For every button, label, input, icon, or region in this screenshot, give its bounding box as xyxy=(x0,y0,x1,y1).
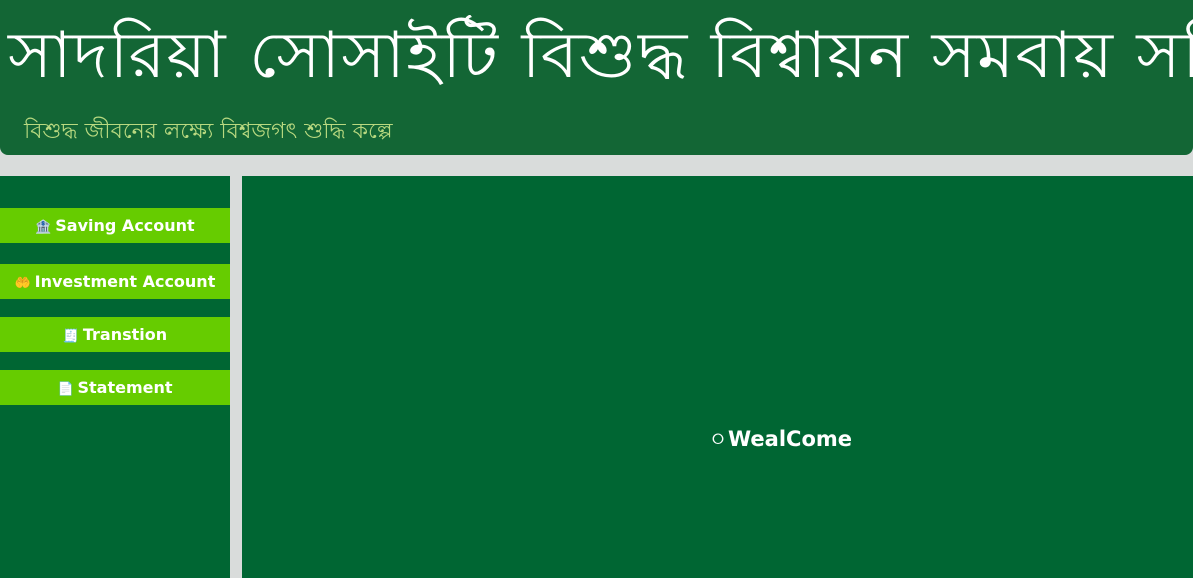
welcome-text: WealCome xyxy=(728,427,853,451)
transaction-list-icon: 🧾 xyxy=(62,329,80,344)
hand-coin-icon: 🤲 xyxy=(14,276,31,291)
site-tagline: বিশুদ্ধ জীবনের লক্ষ্যে বিশ্বজগৎ শুদ্ধি ক… xyxy=(24,119,393,144)
sidebar-item-investment-account[interactable]: 🤲 Investment Account xyxy=(0,264,230,299)
welcome-message: ⭘ WealCome xyxy=(712,424,852,454)
main-content: ⭘ WealCome xyxy=(242,176,1193,578)
power-icon: ⭘ xyxy=(712,430,725,448)
sidebar-item-label: Saving Account xyxy=(55,216,195,235)
bank-icon: 🏦 xyxy=(35,220,52,235)
document-icon: 📄 xyxy=(57,382,74,397)
sidebar-item-label: Transtion xyxy=(82,325,168,344)
sidebar: 🏦 Saving Account 🤲 Investment Account 🧾 Tra… xyxy=(0,176,230,578)
sidebar-item-statement[interactable]: 📄 Statement xyxy=(0,370,230,405)
sidebar-item-label: Statement xyxy=(77,378,173,397)
sidebar-item-saving-account[interactable]: 🏦 Saving Account xyxy=(0,208,230,243)
header-banner: সাদরিয়া সোসাইটি বিশুদ্ধ বিশ্বায়ন সমবায… xyxy=(0,0,1193,155)
sidebar-item-label: Investment Account xyxy=(34,272,216,291)
site-title: সাদরিয়া সোসাইটি বিশুদ্ধ বিশ্বায়ন সমবায… xyxy=(8,19,1193,93)
sidebar-item-transaction[interactable]: 🧾 Transtion xyxy=(0,317,230,352)
